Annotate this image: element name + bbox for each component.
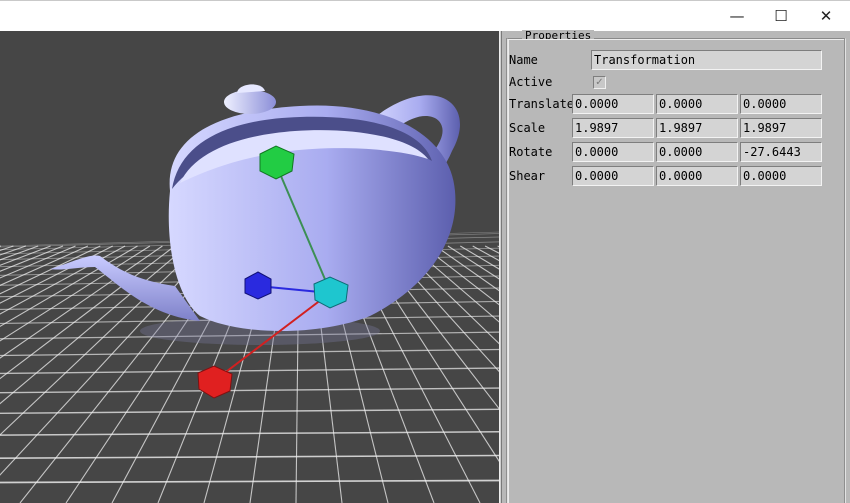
close-button[interactable]: ✕ [803, 1, 849, 31]
translate-z-field[interactable]: 0.0000 [740, 94, 822, 114]
active-label: Active [509, 75, 553, 89]
shear-label: Shear [509, 169, 546, 183]
translate-y-field[interactable]: 0.0000 [656, 94, 738, 114]
3d-viewport[interactable] [0, 31, 499, 503]
scale-z-field[interactable]: 1.9897 [740, 118, 822, 138]
rotate-y-field[interactable]: 0.0000 [656, 142, 738, 162]
shear-z-field[interactable]: 0.0000 [740, 166, 822, 186]
maximize-button[interactable]: ☐ [758, 1, 804, 31]
rotate-x-field[interactable]: 0.0000 [572, 142, 654, 162]
minimize-button[interactable]: — [714, 1, 760, 31]
name-label: Name [509, 53, 538, 67]
translate-x-field[interactable]: 0.0000 [572, 94, 654, 114]
scale-label: Scale [509, 121, 546, 135]
translate-label: Translate [509, 97, 575, 111]
scale-y-field[interactable]: 1.9897 [656, 118, 738, 138]
active-checkbox[interactable]: ✓ [593, 76, 606, 89]
rotate-label: Rotate [509, 145, 553, 159]
close-icon: ✕ [819, 7, 833, 25]
maximize-icon: ☐ [774, 7, 788, 25]
shear-x-field[interactable]: 0.0000 [572, 166, 654, 186]
name-field[interactable]: Transformation [591, 50, 822, 70]
viewport-canvas[interactable] [0, 31, 499, 503]
scale-x-field[interactable]: 1.9897 [572, 118, 654, 138]
properties-group-title: Properties [522, 30, 595, 39]
window-title-bar: — ☐ ✕ [0, 0, 850, 31]
minimize-icon: — [729, 7, 745, 25]
shear-y-field[interactable]: 0.0000 [656, 166, 738, 186]
checkmark-icon: ✓ [595, 77, 604, 88]
teapot-model[interactable] [50, 84, 460, 345]
rotate-z-field[interactable]: -27.6443 [740, 142, 822, 162]
